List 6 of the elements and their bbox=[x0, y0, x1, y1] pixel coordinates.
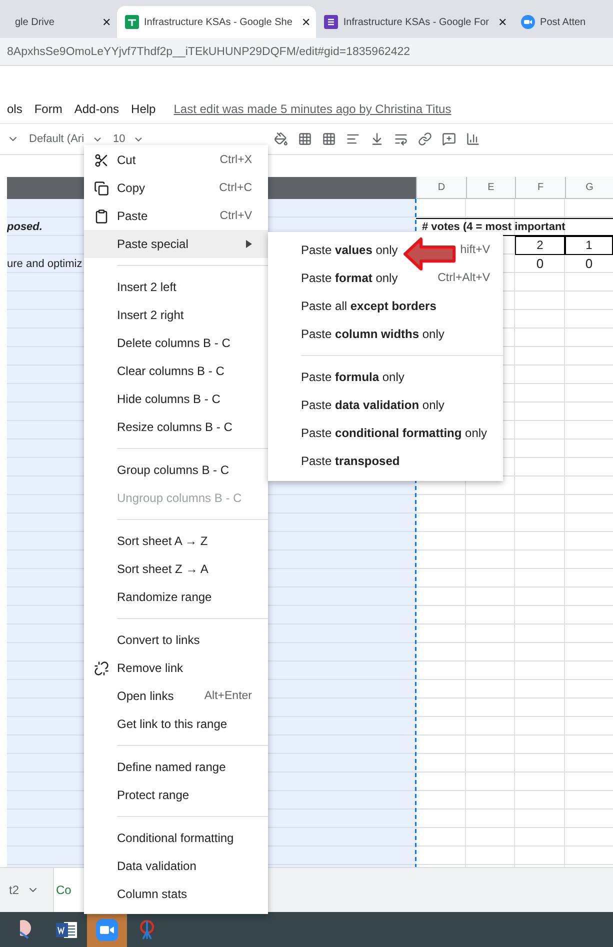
table-cell-text: 0 bbox=[535, 255, 545, 273]
table-cell: 2 bbox=[515, 236, 565, 254]
table-cell-text: ure and optimiz bbox=[7, 256, 84, 272]
table-cell-text: posed. bbox=[7, 220, 44, 235]
table-cell: 1 bbox=[565, 236, 613, 254]
table-cell-text: 0 bbox=[584, 255, 594, 273]
